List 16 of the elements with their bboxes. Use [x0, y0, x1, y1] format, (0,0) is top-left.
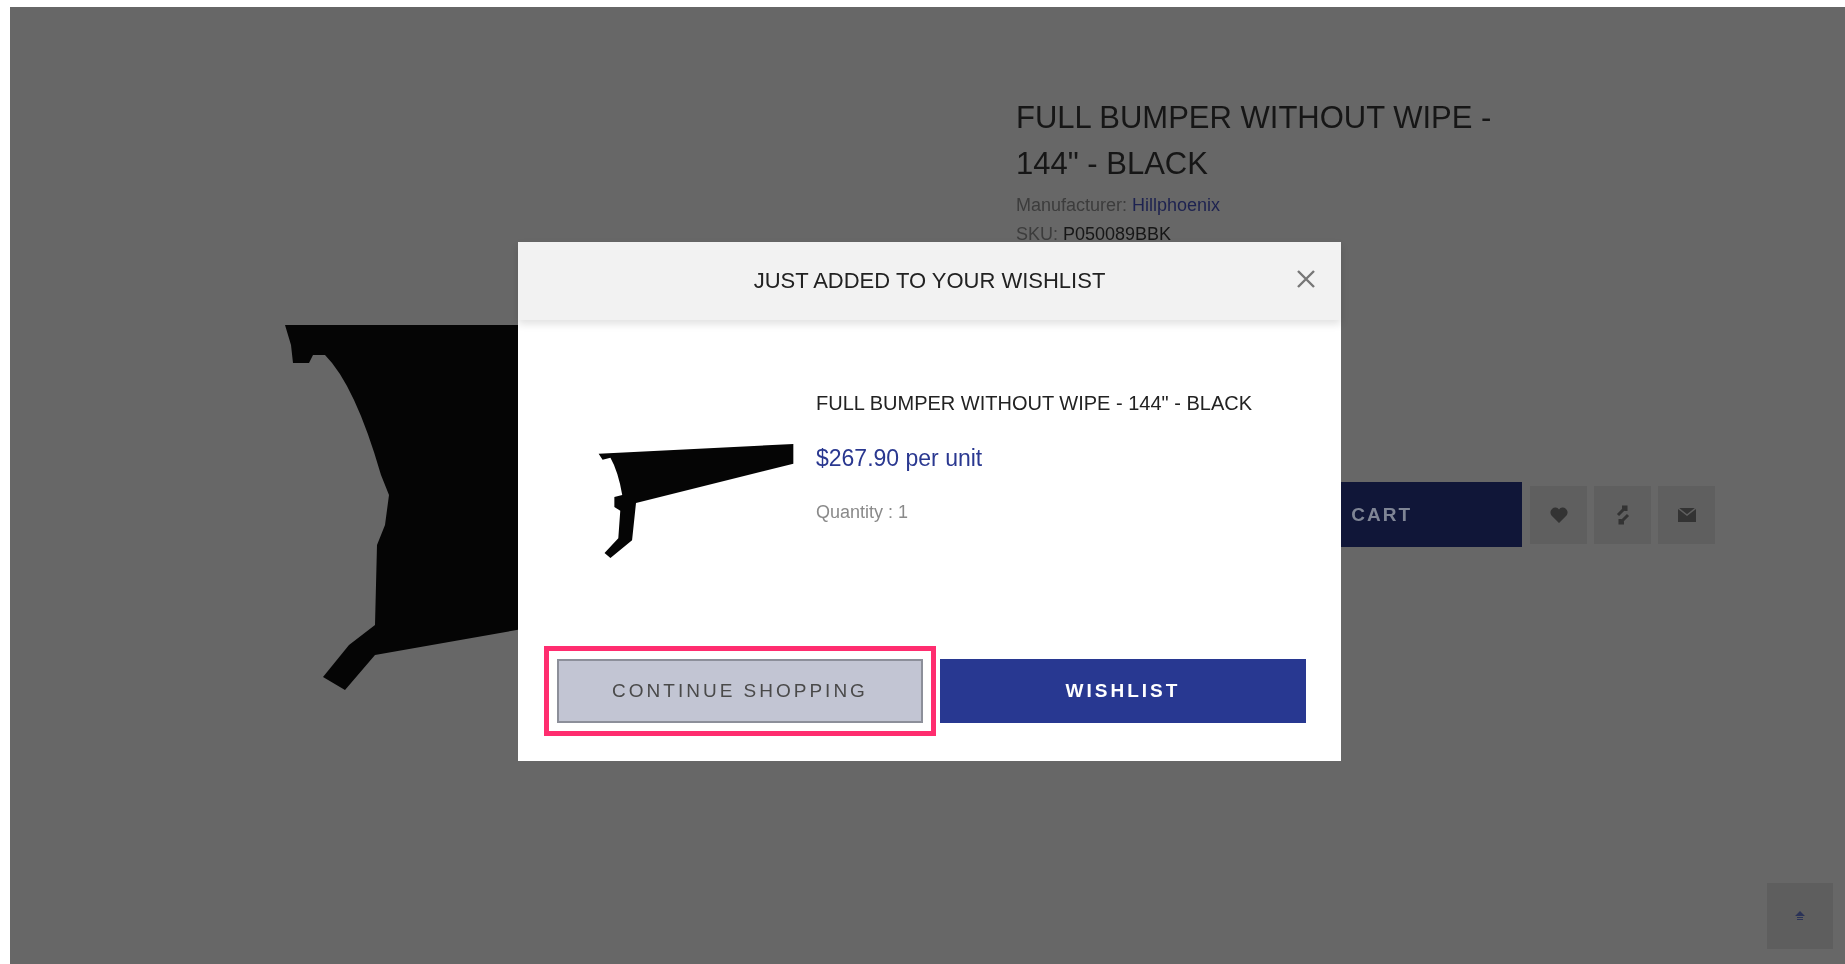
close-icon [1297, 270, 1315, 288]
manufacturer-link[interactable]: Hillphoenix [1132, 195, 1221, 216]
dialog-title: JUST ADDED TO YOUR WISHLIST [753, 268, 1106, 294]
arrow-up-icon [1795, 911, 1805, 921]
envelope-icon [1677, 508, 1696, 522]
product-title: FULL BUMPER WITHOUT WIPE - 144" - BLACK [1016, 99, 1493, 183]
product-price: $267.90 per unit [816, 445, 984, 472]
wishlist-icon-button[interactable] [1530, 486, 1587, 544]
email-icon-button[interactable] [1658, 486, 1715, 544]
sku-value: P050089BBK [1063, 224, 1172, 245]
wishlist-button[interactable]: WISHLIST [940, 659, 1306, 723]
continue-shopping-button[interactable]: CONTINUE SHOPPING [557, 659, 923, 723]
product-quantity: Quantity : 1 [816, 502, 910, 523]
heart-icon [1549, 507, 1568, 523]
compare-icon-button[interactable] [1594, 486, 1651, 544]
product-name: FULL BUMPER WITHOUT WIPE - 144" - BLACK [816, 392, 1253, 415]
